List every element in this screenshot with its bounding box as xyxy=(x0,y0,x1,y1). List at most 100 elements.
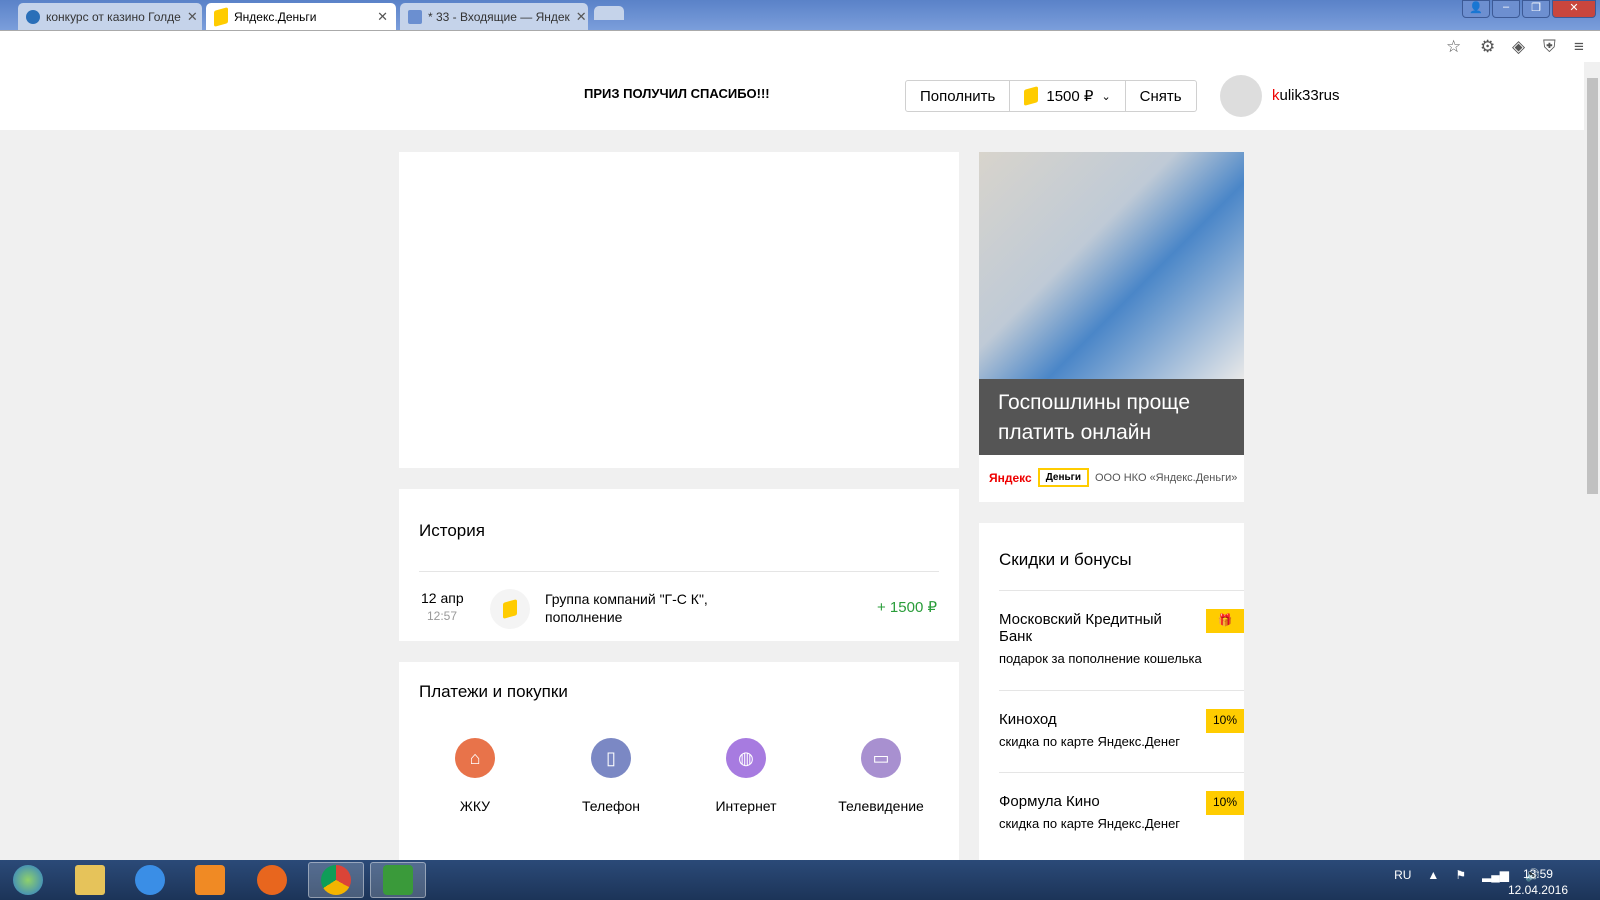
globe-icon: ◍ xyxy=(726,738,766,778)
scrollbar-thumb[interactable] xyxy=(1587,78,1598,494)
withdraw-label: Снять xyxy=(1139,87,1182,105)
new-tab-button[interactable] xyxy=(594,6,624,20)
taskbar-app[interactable] xyxy=(370,862,426,898)
tab-title: конкурс от казино Голде xyxy=(46,9,181,24)
wallet-icon xyxy=(214,6,228,27)
page-header xyxy=(0,62,1584,130)
bonus-name: Киноход xyxy=(999,711,1057,728)
firefox-icon xyxy=(257,865,287,895)
close-window-button[interactable]: ✕ xyxy=(1552,0,1596,18)
browser-toolbar: ☆ ⚙ ◈ ⛨ ≡ xyxy=(0,30,1600,62)
username-link[interactable]: kulik33rus xyxy=(1272,87,1340,104)
balance-dropdown[interactable]: 1500 ₽ ⌄ xyxy=(1010,81,1126,111)
language-indicator[interactable]: RU xyxy=(1394,868,1411,882)
wallet-actions: Пополнить 1500 ₽ ⌄ Снять xyxy=(905,80,1197,112)
taskbar-chrome[interactable] xyxy=(308,862,364,898)
main-banner-area xyxy=(399,152,959,468)
payment-label: Интернет xyxy=(715,798,777,814)
payment-zhku[interactable]: ⌂ ЖКУ xyxy=(420,738,530,814)
payment-internet[interactable]: ◍ Интернет xyxy=(691,738,801,814)
vpn-icon[interactable]: ◈ xyxy=(1512,37,1525,57)
history-time: 12:57 xyxy=(427,609,458,623)
taskbar xyxy=(0,860,1600,900)
dengi-logo: Деньги xyxy=(1037,468,1089,487)
ad-company: ООО НКО «Яндекс.Деньги» xyxy=(1095,471,1238,484)
taskbar-explorer[interactable] xyxy=(62,862,118,898)
payment-label: Телефон xyxy=(581,798,641,814)
balance-value: 1500 ₽ xyxy=(1046,88,1094,105)
topup-button[interactable]: Пополнить xyxy=(906,81,1011,111)
media-player-icon xyxy=(195,865,225,895)
bonus-sub: подарок за пополнение кошелька xyxy=(999,651,1202,666)
tab-title: Яндекс.Деньги xyxy=(234,9,317,24)
history-desc: Группа компаний "Г-С К", пополнение xyxy=(545,591,708,625)
bonus-sub: скидка по карте Яндекс.Денег xyxy=(999,816,1181,831)
network-icon[interactable]: ▂▄▆ xyxy=(1482,868,1509,882)
mail-icon xyxy=(408,9,422,24)
tab-yandex-money[interactable]: Яндекс.Деньги ✕ xyxy=(206,3,396,30)
bonus-name: Московский Кредитный Банк xyxy=(999,611,1162,645)
avatar[interactable] xyxy=(1220,75,1262,117)
bonus-sub: скидка по карте Яндекс.Денег xyxy=(999,734,1181,749)
extension-icon[interactable]: ⚙ xyxy=(1480,37,1495,57)
close-icon[interactable]: ✕ xyxy=(187,9,198,25)
clock[interactable]: 13:59 12.04.2016 xyxy=(1508,866,1568,898)
history-date: 12 апр xyxy=(421,590,464,606)
withdraw-button[interactable]: Снять xyxy=(1126,81,1196,111)
chart-app-icon xyxy=(383,865,413,895)
ad-banner[interactable]: Госпошлины проще платить онлайн Яндекс Д… xyxy=(979,152,1244,502)
discount-badge: 10% xyxy=(1206,791,1244,815)
tab-title: * 33 - Входящие — Яндек xyxy=(428,9,570,24)
discount-badge: 10% xyxy=(1206,709,1244,733)
chevron-down-icon: ⌄ xyxy=(1101,90,1111,103)
menu-icon[interactable]: ≡ xyxy=(1574,37,1584,57)
user-icon[interactable]: 👤 xyxy=(1462,0,1490,18)
folder-icon xyxy=(75,865,105,895)
tab-bar: конкурс от казино Голде ✕ Яндекс.Деньги ✕ … xyxy=(0,0,1600,30)
tab-casino[interactable]: конкурс от казино Голде ✕ xyxy=(18,3,202,30)
payments-title: Платежи и покупки xyxy=(419,682,568,701)
star-icon[interactable]: ☆ xyxy=(1446,37,1461,57)
taskbar-media[interactable] xyxy=(182,862,238,898)
close-icon[interactable]: ✕ xyxy=(576,9,587,25)
minimize-button[interactable]: – xyxy=(1492,0,1520,18)
payments-card: Платежи и покупки ⌂ ЖКУ ▯ Телефон ◍ Интерне… xyxy=(399,662,959,862)
home-icon: ⌂ xyxy=(455,738,495,778)
shield-icon[interactable]: ⛨ xyxy=(1543,37,1556,57)
clock-date: 12.04.2016 xyxy=(1507,883,1568,897)
bonus-item[interactable]: Московский Кредитный Банк подарок за попо… xyxy=(999,590,1244,666)
history-amount: + 1500 ₽ xyxy=(876,599,937,616)
ad-footer: Яндекс Деньги ООО НКО «Яндекс.Деньги» xyxy=(989,468,1237,487)
payment-tv[interactable]: ▭ Телевидение xyxy=(826,738,936,814)
maximize-button[interactable]: ❐ xyxy=(1522,0,1550,18)
gift-icon: 🎁 xyxy=(1206,609,1244,633)
bonus-item[interactable]: Киноход скидка по карте Яндекс.Денег 10% xyxy=(999,690,1244,749)
clock-time: 13:59 xyxy=(1522,867,1553,881)
bonus-name: Формула Кино xyxy=(999,793,1100,810)
payment-label: ЖКУ xyxy=(459,798,491,814)
taskbar-ie[interactable] xyxy=(122,862,178,898)
close-icon[interactable]: ✕ xyxy=(377,9,388,25)
username-rest: ulik33rus xyxy=(1279,87,1340,104)
ad-headline: Госпошлины проще платить онлайн xyxy=(979,379,1244,455)
tray-expand-icon[interactable]: ▲ xyxy=(1427,868,1439,882)
kf-icon xyxy=(26,9,40,24)
chrome-icon xyxy=(321,865,351,895)
tab-mail[interactable]: * 33 - Входящие — Яндек ✕ xyxy=(400,3,588,30)
payment-label: Телевидение xyxy=(838,798,924,814)
action-center-icon[interactable]: ⚑ xyxy=(1455,868,1466,882)
username-initial: k xyxy=(1272,87,1280,104)
start-button[interactable] xyxy=(0,862,56,898)
windows-icon xyxy=(13,865,43,895)
promo-text: ПРИЗ ПОЛУЧИЛ СПАСИБО!!! xyxy=(584,86,770,101)
history-title[interactable]: История xyxy=(419,521,485,541)
ie-icon xyxy=(135,865,165,895)
bonus-title: Скидки и бонусы xyxy=(999,550,1132,569)
divider xyxy=(419,571,939,572)
phone-icon: ▯ xyxy=(591,738,631,778)
bonus-item[interactable]: Формула Кино скидка по карте Яндекс.Денег… xyxy=(999,772,1244,831)
wallet-icon xyxy=(1024,86,1039,106)
taskbar-firefox[interactable] xyxy=(244,862,300,898)
history-card: История 12 апр 12:57 Группа компаний "Г-… xyxy=(399,489,959,641)
payment-phone[interactable]: ▯ Телефон xyxy=(556,738,666,814)
